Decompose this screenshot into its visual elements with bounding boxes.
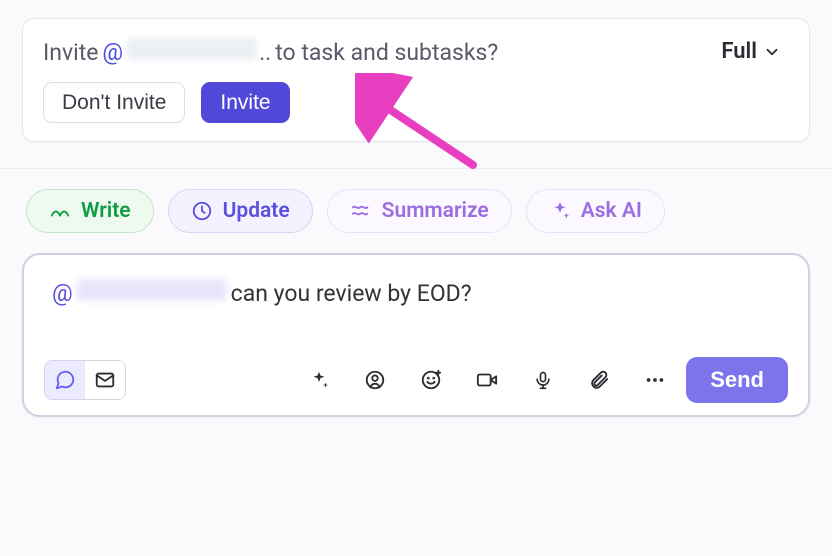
ai-actions-row: Write Update Summarize Ask AI [22,189,810,233]
paperclip-icon [588,369,610,391]
update-pill-label: Update [223,199,290,223]
summarize-pill-label: Summarize [382,199,489,223]
mention-icon [364,369,386,391]
summarize-pill[interactable]: Summarize [327,189,512,233]
emoji-tool-button[interactable] [416,365,446,395]
section-divider [0,168,832,169]
comment-input[interactable]: @ can you review by EOD? [44,273,788,333]
comment-composer: @ can you review by EOD? [22,253,810,417]
send-button[interactable]: Send [686,357,788,403]
chevron-down-icon [763,43,781,61]
email-mode-button[interactable] [85,361,125,399]
composer-toolbar: Send [44,357,788,403]
mention-name-redacted [127,38,257,60]
write-pill[interactable]: Write [26,189,154,233]
ask-ai-pill[interactable]: Ask AI [526,189,665,233]
invite-button[interactable]: Invite [201,82,289,123]
summarize-icon [350,200,372,222]
mention-name-redacted [77,279,227,301]
write-icon [49,200,71,222]
chat-bubble-icon [54,369,76,391]
sparkle-icon [308,369,330,391]
ai-tool-button[interactable] [304,365,334,395]
invite-prefix: Invite [43,39,98,66]
mail-icon [94,369,116,391]
comment-mode-button[interactable] [45,361,85,399]
microphone-icon [533,369,553,391]
mention-at: @ [102,39,123,66]
mention-ellipsis: .. [259,39,271,66]
invite-prompt-text: Invite @ .. to task and subtasks? [43,38,498,66]
invite-suffix: to task and subtasks? [275,39,498,66]
attach-file-button[interactable] [584,365,614,395]
record-audio-button[interactable] [528,365,558,395]
invite-scope-label: Full [721,39,757,64]
more-horizontal-icon [644,369,666,391]
mention-at: @ [52,280,73,307]
invite-banner: Invite @ .. to task and subtasks? Full D… [22,18,810,142]
update-pill[interactable]: Update [168,189,313,233]
emoji-add-icon [420,369,442,391]
more-tools-button[interactable] [640,365,670,395]
invite-scope-dropdown[interactable]: Full [713,35,789,68]
comment-text-rest: can you review by EOD? [231,280,472,307]
video-icon [475,369,499,391]
video-tool-button[interactable] [472,365,502,395]
update-icon [191,200,213,222]
mention-tool-button[interactable] [360,365,390,395]
ask-ai-pill-label: Ask AI [581,199,642,223]
mode-toggle [44,360,126,400]
ask-ai-icon [549,200,571,222]
dont-invite-button[interactable]: Don't Invite [43,82,185,123]
write-pill-label: Write [81,199,131,223]
